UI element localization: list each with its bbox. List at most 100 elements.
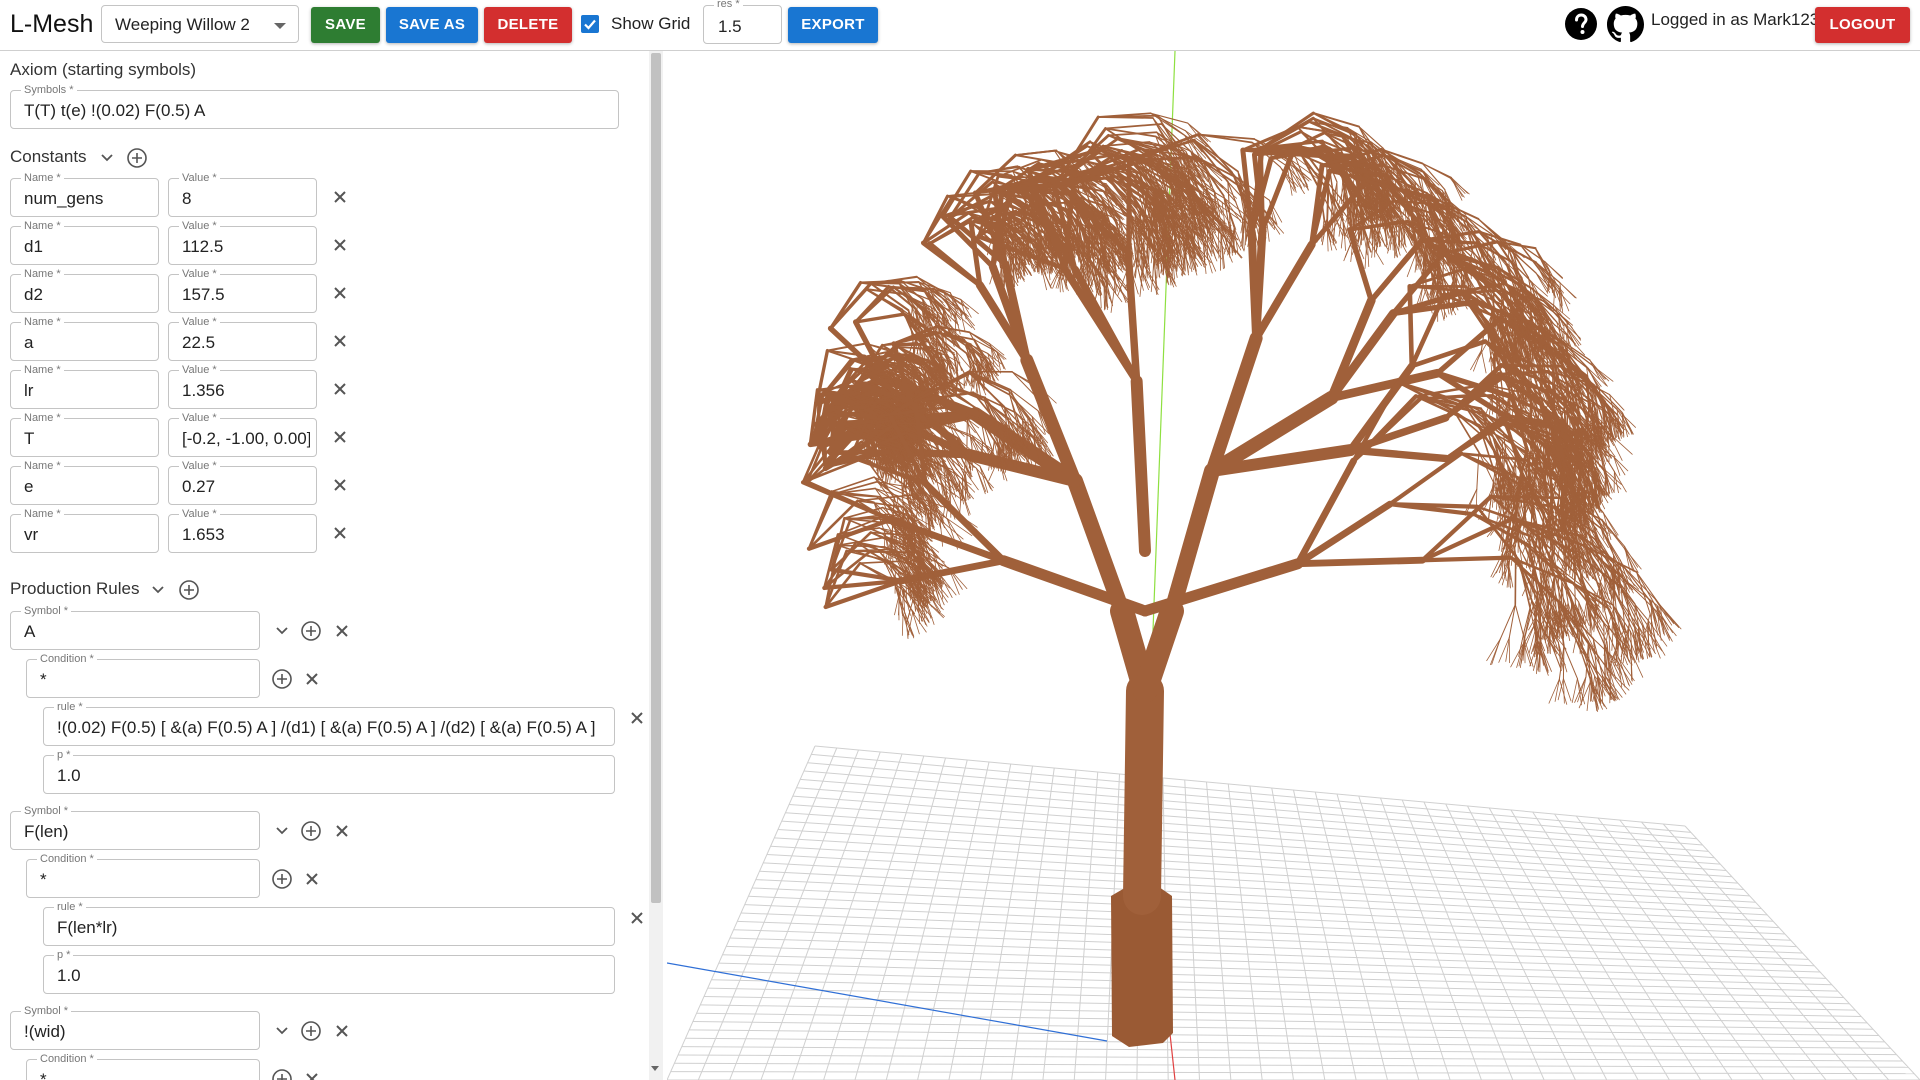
constant-value-field[interactable]: Value * 0.27 [168, 460, 317, 505]
rule-symbol-field[interactable]: Symbol * A [10, 605, 260, 650]
rules-editor-panel: Axiom (starting symbols) Symbols * T(T) … [0, 51, 649, 1080]
dropdown-arrow-icon [274, 23, 286, 29]
constant-value-value: [-0.2, -1.00, 0.00] [182, 429, 310, 448]
3d-viewport[interactable] [667, 51, 1920, 1080]
show-grid-checkbox[interactable] [581, 15, 599, 33]
add-condition-icon[interactable] [300, 820, 322, 842]
add-successor-icon[interactable] [271, 868, 293, 890]
constant-name-field[interactable]: Name * vr [10, 508, 159, 553]
grid-line [1597, 817, 1796, 1080]
branch [1014, 154, 1057, 163]
remove-rule-icon[interactable] [334, 623, 350, 639]
checkmark-icon [584, 19, 596, 30]
constant-value-field[interactable]: Value * 22.5 [168, 316, 317, 361]
remove-successor-icon[interactable] [629, 710, 645, 726]
rule-condition-label: Condition * [37, 1053, 97, 1065]
scroll-down-arrow-icon[interactable] [651, 1066, 659, 1071]
save-button[interactable]: SAVE [311, 7, 380, 43]
constant-value-label: Value * [179, 220, 220, 232]
add-successor-icon[interactable] [271, 1068, 293, 1080]
constant-name-value: T [24, 429, 35, 448]
axiom-title: Axiom (starting symbols) [10, 60, 197, 79]
constant-name-label: Name * [21, 364, 64, 376]
constant-value-value: 112.5 [182, 237, 224, 256]
constant-value-field[interactable]: Value * [-0.2, -1.00, 0.00] [168, 412, 317, 457]
remove-condition-icon[interactable] [304, 671, 320, 687]
constant-name-field[interactable]: Name * e [10, 460, 159, 505]
constant-value-label: Value * [179, 460, 220, 472]
remove-constant-icon[interactable] [332, 237, 348, 253]
rule-condition-value: * [40, 870, 47, 889]
rule-symbol-field[interactable]: Symbol * !(wid) [10, 1005, 260, 1050]
production-rules-title: Production Rules [10, 579, 140, 598]
github-icon[interactable] [1607, 6, 1644, 43]
preset-select[interactable]: Weeping Willow 2 [101, 5, 299, 43]
rule-symbol-field[interactable]: Symbol * F(len) [10, 805, 260, 850]
grid-line [1619, 819, 1827, 1080]
constant-value-value: 0.27 [182, 477, 216, 496]
constant-value-field[interactable]: Value * 157.5 [168, 268, 317, 313]
rule-successor-field[interactable]: rule * !(0.02) F(0.5) [ &(a) F(0.5) A ] … [43, 701, 615, 746]
remove-constant-icon[interactable] [332, 285, 348, 301]
remove-constant-icon[interactable] [332, 477, 348, 493]
rule-successor-field[interactable]: rule * F(len*lr) [43, 901, 615, 946]
remove-successor-icon[interactable] [629, 910, 645, 926]
remove-rule-icon[interactable] [334, 823, 350, 839]
chevron-down-icon[interactable] [275, 826, 289, 836]
add-successor-icon[interactable] [271, 668, 293, 690]
chevron-down-icon[interactable] [275, 626, 289, 636]
constant-name-label: Name * [21, 172, 64, 184]
export-button[interactable]: EXPORT [788, 7, 878, 43]
constant-name-value: d1 [24, 237, 43, 256]
rule-probability-field[interactable]: p * 1.0 [43, 749, 615, 794]
chevron-down-icon[interactable] [151, 585, 165, 595]
add-condition-icon[interactable] [300, 1020, 322, 1042]
constant-value-field[interactable]: Value * 1.356 [168, 364, 317, 409]
constant-value-value: 1.356 [182, 381, 225, 400]
add-constant-icon[interactable] [126, 147, 148, 169]
axiom-symbols-field[interactable]: Symbols * T(T) t(e) !(0.02) F(0.5) A [10, 84, 619, 129]
grid-line [1662, 823, 1890, 1080]
rule-probability-field[interactable]: p * 1.0 [43, 949, 615, 994]
tree-render-canvas[interactable] [667, 51, 1920, 1080]
save-as-button[interactable]: SAVE AS [386, 7, 478, 43]
constant-name-field[interactable]: Name * lr [10, 364, 159, 409]
constant-name-field[interactable]: Name * d2 [10, 268, 159, 313]
rule-condition-field[interactable]: Condition * * [26, 853, 260, 898]
help-icon[interactable] [1564, 7, 1598, 41]
add-condition-icon[interactable] [300, 620, 322, 642]
remove-constant-icon[interactable] [332, 189, 348, 205]
constant-name-field[interactable]: Name * num_gens [10, 172, 159, 217]
panel-scrollbar-thumb[interactable] [651, 53, 661, 903]
branch [926, 241, 983, 288]
remove-rule-icon[interactable] [334, 1023, 350, 1039]
ground-grid [667, 745, 1920, 1080]
constant-value-label: Value * [179, 508, 220, 520]
constant-value-field[interactable]: Value * 112.5 [168, 220, 317, 265]
remove-constant-icon[interactable] [332, 429, 348, 445]
rule-probability-value: 1.0 [57, 966, 81, 985]
delete-button[interactable]: DELETE [484, 7, 572, 43]
chevron-down-icon[interactable] [275, 1026, 289, 1036]
rule-condition-field[interactable]: Condition * * [26, 1053, 260, 1080]
constant-name-field[interactable]: Name * d1 [10, 220, 159, 265]
constant-value-value: 22.5 [182, 333, 216, 352]
add-production-rule-icon[interactable] [178, 579, 200, 601]
constant-value-field[interactable]: Value * 8 [168, 172, 317, 217]
res-input[interactable]: res * 1.5 [703, 0, 782, 44]
remove-condition-icon[interactable] [304, 871, 320, 887]
logout-button[interactable]: LOGOUT [1815, 7, 1910, 43]
res-input-value: 1.5 [718, 17, 742, 36]
chevron-down-icon[interactable] [100, 153, 114, 163]
constant-value-value: 157.5 [182, 285, 225, 304]
remove-constant-icon[interactable] [332, 381, 348, 397]
remove-condition-icon[interactable] [304, 1071, 320, 1080]
preset-select-value: Weeping Willow 2 [115, 15, 250, 34]
remove-constant-icon[interactable] [332, 333, 348, 349]
constant-name-field[interactable]: Name * T [10, 412, 159, 457]
constant-name-label: Name * [21, 508, 64, 520]
constant-name-field[interactable]: Name * a [10, 316, 159, 361]
rule-condition-field[interactable]: Condition * * [26, 653, 260, 698]
constant-value-field[interactable]: Value * 1.653 [168, 508, 317, 553]
remove-constant-icon[interactable] [332, 525, 348, 541]
